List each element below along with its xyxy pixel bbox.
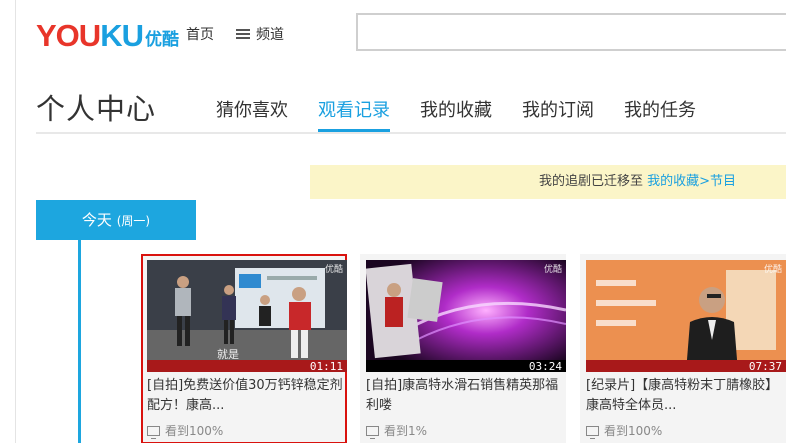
youku-logo[interactable]: YOUKU 优酷 [36, 17, 179, 51]
video-thumbnail[interactable]: 优酷 03:24 [366, 260, 566, 372]
tabs-divider [36, 132, 786, 134]
timeline-day-label: 今天 (周一) [36, 200, 196, 240]
notice-text: 我的追剧已迁移至 [538, 174, 648, 189]
video-thumbnail[interactable]: 就是 优酷 01:11 [147, 260, 347, 372]
video-card-1[interactable]: 就是 优酷 01:11 [自拍]免费送价值30万钙锌稳定剂配方！康高... 看到… [141, 254, 347, 443]
timeline-line [78, 240, 81, 443]
thumbnail-image-purple [366, 260, 566, 372]
video-title[interactable]: [自拍]康高特水滑石销售精英那福利喽 [366, 376, 562, 416]
search-input[interactable] [356, 13, 786, 51]
nav-channel-menu[interactable]: 频道 [236, 24, 284, 44]
thumbnail-watermark: 优酷 [324, 265, 343, 275]
logo-cn-text: 优酷 [144, 30, 179, 50]
tv-icon [366, 425, 379, 439]
logo-wordmark: YOUKU [36, 18, 144, 53]
thumbnail-image-man [586, 260, 786, 372]
thumbnail-watermark: 优酷 [763, 265, 782, 275]
page-left-border [15, 0, 16, 443]
menu-icon [236, 28, 250, 40]
logo-you: YOU [36, 18, 101, 53]
migration-notice: 我的追剧已迁移至 我的收藏>节目 [310, 165, 786, 199]
watch-progress-text: 看到1% [384, 424, 428, 438]
watch-progress: 看到1% [366, 422, 427, 439]
watch-progress: 看到100% [586, 422, 662, 439]
video-duration: 03:24 [528, 360, 562, 372]
video-card-2[interactable]: 优酷 03:24 [自拍]康高特水滑石销售精英那福利喽 看到1% [360, 254, 566, 443]
page-title: 个人中心 [36, 92, 157, 126]
video-title[interactable]: [自拍]免费送价值30万钙锌稳定剂配方！康高... [147, 376, 343, 416]
profile-tabs: 猜你喜欢 观看记录 我的收藏 我的订阅 我的任务 [216, 96, 726, 132]
video-thumbnail[interactable]: 优酷 07:37 [586, 260, 786, 372]
video-duration: 07:37 [748, 360, 782, 372]
tab-recommend[interactable]: 猜你喜欢 [216, 96, 288, 132]
notice-link[interactable]: 我的收藏>节目 [647, 174, 736, 189]
video-card-3[interactable]: 优酷 07:37 [纪录片]【康高特粉末丁腈橡胶】康高特全体员... 看到100… [580, 254, 786, 443]
thumbnail-watermark: 优酷 [543, 265, 562, 275]
nav-home-link[interactable]: 首页 [186, 24, 214, 44]
logo-ku: KU [100, 18, 144, 53]
duration-bar: 01:11 [147, 360, 347, 372]
day-text: 今天 [81, 211, 112, 229]
tv-icon [586, 425, 599, 439]
tab-subscriptions[interactable]: 我的订阅 [522, 96, 594, 132]
watch-progress-text: 看到100% [604, 424, 663, 438]
watch-progress-text: 看到100% [165, 424, 224, 438]
video-title[interactable]: [纪录片]【康高特粉末丁腈橡胶】康高特全体员... [586, 376, 782, 416]
svg-text:就是: 就是 [217, 347, 239, 361]
nav-channel-label: 频道 [256, 27, 284, 43]
tab-watch-history[interactable]: 观看记录 [318, 96, 390, 132]
tv-icon [147, 425, 160, 439]
watch-progress: 看到100% [147, 422, 223, 439]
tab-tasks[interactable]: 我的任务 [624, 96, 696, 132]
duration-bar: 07:37 [586, 360, 786, 372]
tab-favorites[interactable]: 我的收藏 [420, 96, 492, 132]
video-duration: 01:11 [309, 360, 343, 372]
thumbnail-image-dancers: 就是 [147, 260, 347, 372]
duration-bar: 03:24 [366, 360, 566, 372]
weekday-text: (周一) [116, 214, 151, 228]
